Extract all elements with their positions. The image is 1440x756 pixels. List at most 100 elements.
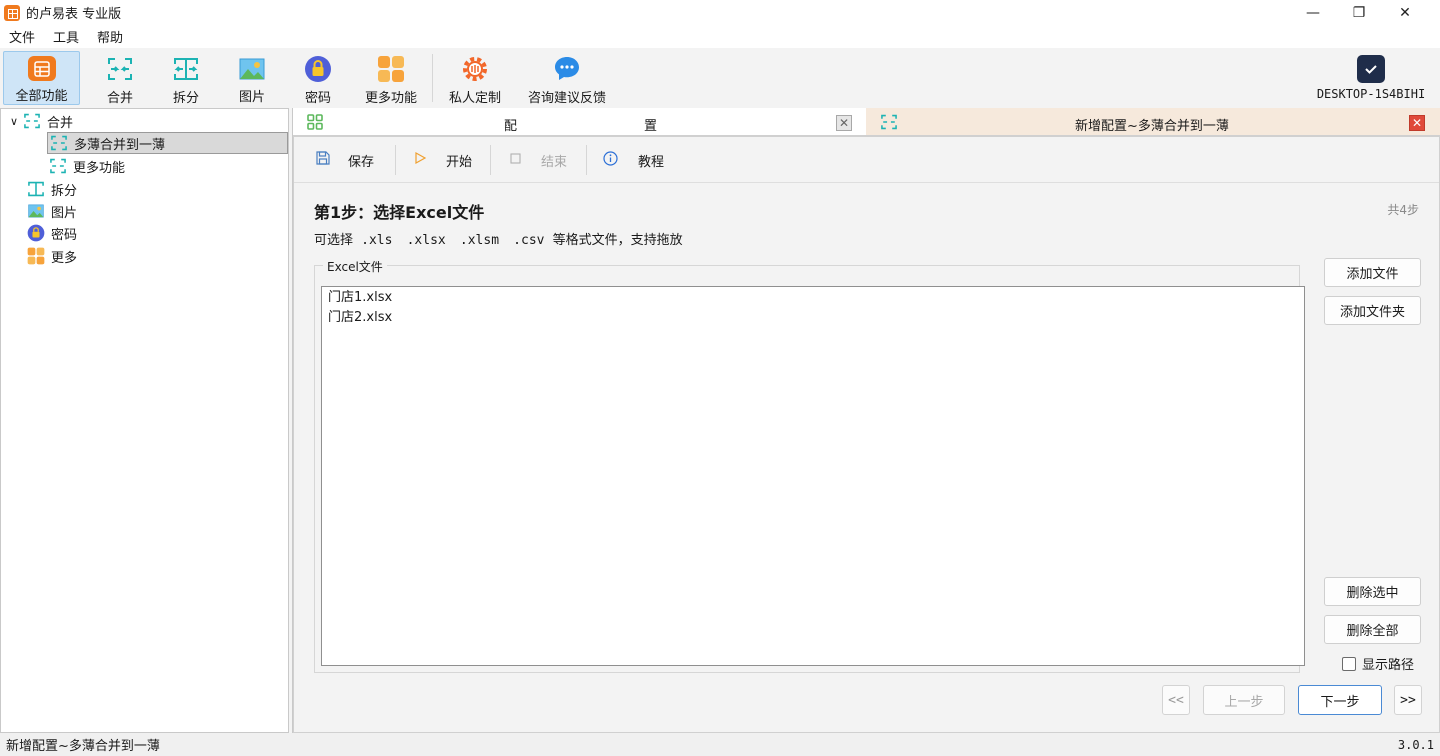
step-count: 共4步	[1387, 203, 1419, 217]
tree-item-label: 更多	[51, 250, 78, 266]
info-icon	[603, 150, 618, 170]
start-label: 开始	[446, 154, 473, 170]
toolbar-separator	[432, 54, 433, 102]
tree-item-label: 拆分	[51, 183, 78, 199]
next-step-button[interactable]: 下一步	[1298, 685, 1382, 715]
status-text: 新增配置~多薄合并到一薄	[6, 739, 160, 754]
toolbar-label: 拆分	[172, 91, 199, 106]
separator	[490, 145, 491, 175]
checkbox-box[interactable]	[1342, 656, 1356, 671]
list-item[interactable]: 门店2.xlsx	[322, 308, 1304, 328]
show-path-checkbox[interactable]: 显示路径	[1342, 654, 1414, 673]
tab-config[interactable]: 配 置 ✕	[293, 108, 866, 136]
toolbar-merge-button[interactable]: 合并	[95, 51, 145, 106]
show-path-label: 显示路径	[1362, 658, 1415, 673]
add-file-button[interactable]: 添加文件	[1324, 258, 1421, 287]
first-step-button[interactable]: <<	[1162, 685, 1190, 715]
menu-file[interactable]: 文件	[0, 27, 44, 46]
merge-icon	[23, 112, 41, 130]
group-label: Excel文件	[323, 258, 387, 275]
list-item[interactable]: 门店1.xlsx	[322, 288, 1304, 308]
tree-item-image[interactable]: 图片	[27, 200, 77, 222]
restore-button[interactable]: ❐	[1336, 0, 1382, 25]
toolbar-label: 图片	[238, 90, 265, 105]
format-xlsm: .xlsm	[459, 233, 500, 248]
tree-item-label: 密码	[51, 227, 78, 243]
toolbar-label: 密码	[304, 91, 331, 106]
toolbar-more-button[interactable]: 更多功能	[359, 51, 423, 106]
save-icon	[316, 151, 330, 169]
app-logo-icon	[4, 4, 20, 21]
tree-item-more[interactable]: 更多	[27, 245, 77, 267]
stop-icon	[510, 152, 521, 168]
tree-item-label: 图片	[51, 205, 78, 221]
prev-step-button[interactable]: 上一步	[1203, 685, 1285, 715]
config-grid-icon	[307, 114, 323, 134]
tree-item-merge-more[interactable]: 更多功能	[49, 155, 125, 177]
step-title: 第1步：选择Excel文件	[314, 203, 485, 222]
close-window-button[interactable]: ✕	[1382, 0, 1428, 25]
tree-item-label: 更多功能	[73, 160, 126, 176]
merge-icon	[49, 157, 67, 175]
menu-bar: 文件 工具 帮助	[0, 25, 1440, 48]
tab-close-icon[interactable]: ✕	[1409, 115, 1425, 131]
play-icon	[414, 151, 427, 168]
desc-suffix: 等格式文件，支持拖放	[552, 233, 683, 248]
merge-icon	[106, 55, 134, 83]
tutorial-button[interactable]: 教程	[603, 145, 664, 175]
toolbar-label: 咨询建议反馈	[527, 91, 606, 106]
toolbar-split-button[interactable]: 拆分	[161, 51, 211, 106]
format-xls: .xls	[361, 233, 393, 248]
status-bar: 新增配置~多薄合并到一薄 3.0.1	[0, 733, 1440, 756]
wizard-content: 保存 开始 结束 教程 第1步：选择Excel文件 共4步 可选择 .xls .…	[293, 136, 1440, 733]
title-bar: 的卢易表 专业版 — ❐ ✕	[0, 0, 1440, 25]
format-csv: .csv	[513, 233, 545, 248]
user-name: DESKTOP-1S4BIHI	[1316, 87, 1426, 101]
user-account-button[interactable]: DESKTOP-1S4BIHI	[1312, 51, 1430, 105]
separator	[586, 145, 587, 175]
tab-label: 新增配置~多薄合并到一薄	[1075, 119, 1229, 134]
stop-button[interactable]: 结束	[510, 145, 567, 175]
save-button[interactable]: 保存	[316, 145, 374, 175]
tab-new-config[interactable]: 新增配置~多薄合并到一薄 ✕	[866, 108, 1440, 136]
tree-item-multi-merge[interactable]: 多薄合并到一薄	[47, 132, 288, 154]
start-button[interactable]: 开始	[414, 145, 472, 175]
toolbar-image-button[interactable]: 图片	[227, 51, 277, 105]
tree-item-label: 多薄合并到一薄	[74, 137, 166, 153]
menu-tools[interactable]: 工具	[44, 27, 88, 46]
tree-item-split[interactable]: 拆分	[27, 178, 77, 200]
split-icon	[172, 55, 200, 83]
save-label: 保存	[348, 154, 375, 170]
toolbar-all-functions-button[interactable]: 全部功能	[3, 51, 80, 105]
delete-all-button[interactable]: 删除全部	[1324, 615, 1421, 644]
tree-item-password[interactable]: 密码	[27, 222, 77, 244]
toolbar-feedback-button[interactable]: 咨询建议反馈	[524, 51, 610, 106]
tree-item-merge[interactable]: ∨ 合并	[5, 110, 73, 132]
tab-label: 配	[504, 119, 518, 134]
window-title: 的卢易表 专业版	[26, 7, 122, 22]
split-icon	[27, 180, 45, 198]
add-folder-button[interactable]: 添加文件夹	[1324, 296, 1421, 325]
file-list[interactable]: 门店1.xlsx 门店2.xlsx	[321, 286, 1305, 666]
image-icon	[27, 202, 45, 220]
stop-label: 结束	[541, 154, 568, 170]
separator	[395, 145, 396, 175]
desc-prefix: 可选择	[314, 233, 354, 248]
tab-close-icon[interactable]: ✕	[836, 115, 852, 131]
format-xlsx: .xlsx	[406, 233, 446, 248]
delete-selected-button[interactable]: 删除选中	[1324, 577, 1421, 606]
toolbar-label: 更多功能	[364, 91, 417, 106]
minimize-button[interactable]: —	[1290, 0, 1336, 25]
toolbar-custom-button[interactable]: 私人定制	[445, 51, 505, 106]
merge-icon	[50, 134, 68, 152]
last-step-button[interactable]: >>	[1394, 685, 1422, 715]
toolbar-password-button[interactable]: 密码	[293, 51, 343, 106]
image-icon	[238, 55, 266, 82]
tab-label: 置	[644, 119, 658, 134]
menu-help[interactable]: 帮助	[88, 27, 132, 46]
checkmark-icon	[1357, 55, 1385, 83]
tutorial-label: 教程	[638, 154, 665, 170]
main-panel: 配 置 ✕ 新增配置~多薄合并到一薄 ✕ 保存 开始 结束 教程 第1步：选择E…	[292, 108, 1440, 733]
expand-chevron-icon[interactable]: ∨	[5, 115, 23, 128]
tree-item-label: 合并	[47, 115, 74, 131]
